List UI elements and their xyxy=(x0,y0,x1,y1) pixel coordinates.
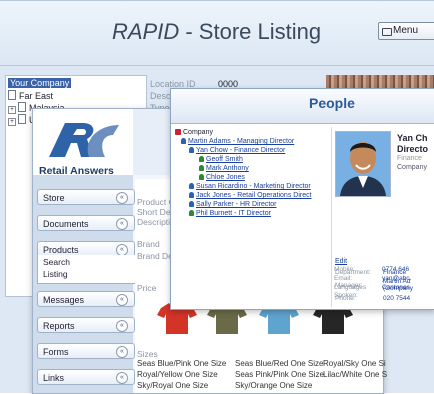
menu-button-label: Menu xyxy=(393,25,419,36)
org-root-label: Company xyxy=(183,129,213,136)
person-company: Company xyxy=(397,164,427,171)
size-option: Sky/Orange One Size xyxy=(235,381,313,390)
collapse-icon[interactable]: « xyxy=(116,218,128,230)
collapse-icon[interactable]: « xyxy=(116,192,128,204)
sidebar-section-store[interactable]: Store « xyxy=(37,189,135,205)
size-option: Sky/Royal One Size xyxy=(137,381,209,390)
tree-item-company[interactable]: Your Company xyxy=(8,78,72,88)
person-icon xyxy=(189,201,194,207)
tree-item-label: Far East xyxy=(19,91,54,101)
org-node[interactable]: Susan Ricardino - Marketing Director xyxy=(189,183,311,190)
menu-button[interactable]: Menu xyxy=(378,22,434,40)
person-icon xyxy=(199,174,204,180)
org-node-label: Mark Anthony xyxy=(206,165,249,172)
org-node[interactable]: Martin Adams - Managing Director xyxy=(181,138,294,145)
store-header: RAPID - Store Listing Menu xyxy=(0,1,434,66)
person-icon xyxy=(189,192,194,198)
price-label: Price xyxy=(137,283,157,293)
person-name: Yan Ch xyxy=(397,133,428,143)
collapse-icon[interactable]: « xyxy=(116,346,128,358)
sizes-label: Sizes xyxy=(137,349,158,359)
org-node-label: Geoff Smith xyxy=(206,156,243,163)
org-node-label: Phil Burnett - IT Director xyxy=(196,210,271,217)
size-option: Royal/Sky One Si xyxy=(323,359,386,368)
company-icon xyxy=(175,129,181,135)
person-icon xyxy=(189,183,194,189)
section-label: Messages xyxy=(43,295,85,305)
size-option: Royal/Yellow One Size xyxy=(137,370,218,379)
menu-icon xyxy=(382,28,392,36)
app-title: RAPID - Store Listing xyxy=(112,19,321,45)
person-icon xyxy=(189,210,194,216)
org-node[interactable]: Jack Jones - Retail Operations Direct xyxy=(189,192,312,199)
person-icon xyxy=(189,147,194,153)
org-node[interactable]: Geoff Smith xyxy=(199,156,243,163)
languages-label: Languages xyxy=(334,284,367,291)
app-title-text: - Store Listing xyxy=(179,19,322,44)
expand-icon[interactable]: + xyxy=(8,118,16,126)
org-chart-tree: Company Martin Adams - Managing Director… xyxy=(173,127,332,307)
email-value[interactable]: yan@abc. xyxy=(382,275,411,282)
logo-area: Retail Answers xyxy=(33,109,133,177)
sidebar-section-links[interactable]: Links « xyxy=(37,369,135,385)
sidebar-section-reports[interactable]: Reports « xyxy=(37,317,135,333)
document-icon xyxy=(18,102,26,112)
org-node[interactable]: Phil Burnett - IT Director xyxy=(189,210,271,217)
mobile-value: 0774 646 xyxy=(382,266,410,273)
size-option: Seas Blue/Pink One Size xyxy=(137,359,227,368)
app-title-brand: RAPID xyxy=(112,19,180,44)
mobile-label: Mobile: xyxy=(334,266,355,273)
section-label: Products xyxy=(43,245,79,255)
org-node-label: Martin Adams - Managing Director xyxy=(188,138,295,145)
document-icon xyxy=(8,90,16,100)
person-icon xyxy=(199,165,204,171)
org-node-label: Susan Ricardino - Marketing Director xyxy=(196,183,311,190)
person-icon xyxy=(199,156,204,162)
org-node-label: Sally Parker - HR Director xyxy=(196,201,277,208)
products-submenu: Search Listing xyxy=(37,255,137,284)
brand-label: Brand xyxy=(137,239,160,249)
org-node-label: Chloe Jones xyxy=(206,174,245,181)
person-role: Directo xyxy=(397,144,429,154)
size-option: Seas Blue/Red One Size xyxy=(235,359,324,368)
org-node[interactable]: Mark Anthony xyxy=(199,165,249,172)
collapse-icon[interactable]: « xyxy=(116,320,128,332)
person-detail-continued: Mobile: 0774 646 Email: yan@abc. Languag… xyxy=(332,262,434,308)
section-label: Documents xyxy=(43,219,89,229)
collapse-icon[interactable]: « xyxy=(116,294,128,306)
sidebar-section-documents[interactable]: Documents « xyxy=(37,215,135,231)
section-label: Store xyxy=(43,193,65,203)
languages-value: Cantones xyxy=(382,284,410,291)
size-option: Seas Pink/Pink One Size xyxy=(235,370,324,379)
sidebar-section-messages[interactable]: Messages « xyxy=(37,291,135,307)
person-department: Finance xyxy=(397,155,422,162)
person-photo xyxy=(335,131,391,197)
people-header: People xyxy=(171,89,434,124)
org-node[interactable]: Yan Chow - Finance Director xyxy=(189,147,285,154)
retail-answers-logo xyxy=(49,123,119,157)
section-label: Links xyxy=(43,373,65,383)
email-label: Email: xyxy=(334,275,353,282)
tree-item-far-east[interactable]: Far East xyxy=(8,90,53,101)
spoken-label: Spoken: xyxy=(334,292,358,299)
person-icon xyxy=(181,138,186,144)
section-label: Reports xyxy=(43,321,75,331)
org-node-label: Yan Chow - Finance Director xyxy=(196,147,286,154)
collapse-icon[interactable]: « xyxy=(116,372,128,384)
size-option: Lilac/White One S xyxy=(323,370,388,379)
org-root[interactable]: Company xyxy=(175,129,213,136)
menu-item-listing[interactable]: Listing xyxy=(43,269,68,279)
org-node[interactable]: Sally Parker - HR Director xyxy=(189,201,277,208)
sidebar xyxy=(33,175,133,393)
org-node[interactable]: Chloe Jones xyxy=(199,174,245,181)
org-node-label: Jack Jones - Retail Operations Direct xyxy=(196,192,312,199)
people-title: People xyxy=(309,95,355,111)
section-label: Forms xyxy=(43,347,69,357)
menu-item-search[interactable]: Search xyxy=(43,257,70,267)
sidebar-section-forms[interactable]: Forms « xyxy=(37,343,135,359)
document-icon xyxy=(18,114,26,124)
expand-icon[interactable]: + xyxy=(8,106,16,114)
